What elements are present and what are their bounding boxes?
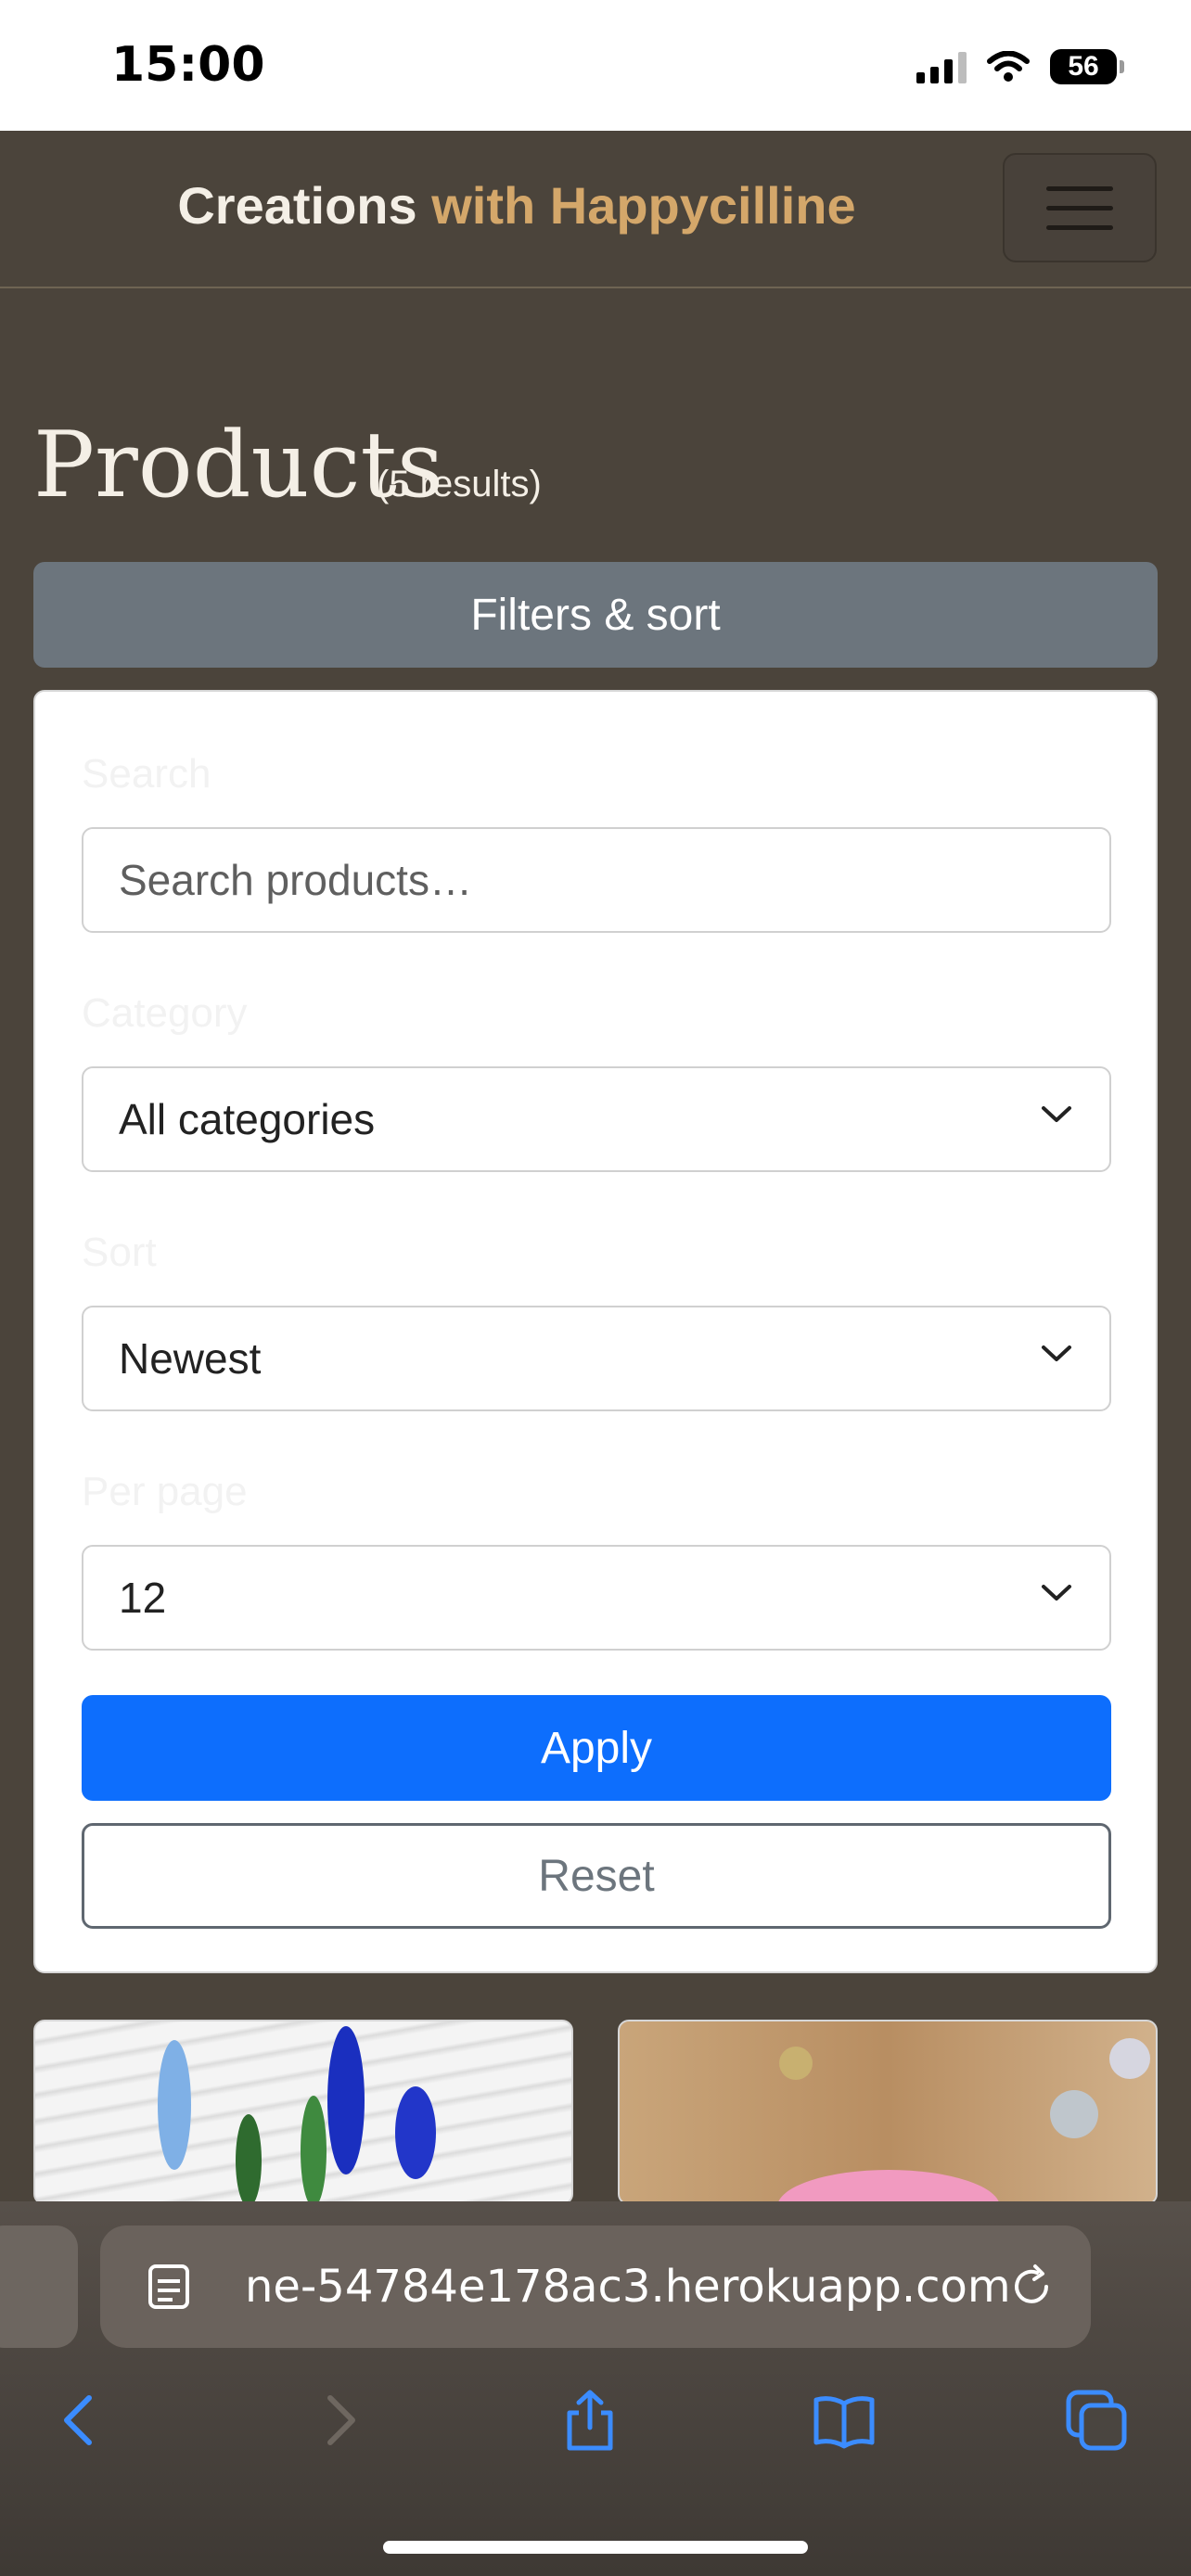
hamburger-icon xyxy=(1046,185,1113,191)
product-image xyxy=(777,2038,1150,2203)
battery-icon: 56 xyxy=(1050,49,1124,84)
share-icon[interactable] xyxy=(557,2387,623,2454)
previous-tab[interactable] xyxy=(0,2225,78,2348)
address-bar[interactable]: ne-54784e178ac3.herokuapp.com xyxy=(100,2225,1091,2348)
navbar: Creations with Happycilline xyxy=(0,131,1191,288)
sort-value: Newest xyxy=(119,1334,262,1383)
url-text: ne-54784e178ac3.herokuapp.com xyxy=(245,2261,1011,2313)
status-time: 15:00 xyxy=(111,37,265,93)
sort-select[interactable]: Newest xyxy=(82,1306,1111,1411)
product-image xyxy=(158,2026,436,2203)
wifi-icon xyxy=(987,51,1030,82)
status-icons: 56 xyxy=(916,48,1124,85)
brand-main: Creations xyxy=(177,176,417,235)
filters-toggle-button[interactable]: Filters & sort xyxy=(33,562,1158,668)
reload-icon[interactable] xyxy=(1009,2263,1057,2311)
product-card[interactable] xyxy=(618,2020,1158,2205)
apply-button[interactable]: Apply xyxy=(82,1695,1111,1801)
category-select[interactable]: All categories xyxy=(82,1066,1111,1172)
brand-link[interactable]: Creations with Happycilline xyxy=(0,175,1033,236)
search-label: Search xyxy=(82,751,211,797)
product-card[interactable] xyxy=(33,2020,573,2205)
tabs-icon[interactable] xyxy=(1063,2387,1130,2454)
search-placeholder: Search products… xyxy=(119,856,472,904)
reset-button[interactable]: Reset xyxy=(82,1823,1111,1929)
reader-icon[interactable] xyxy=(147,2263,191,2311)
category-value: All categories xyxy=(119,1095,376,1143)
per-page-value: 12 xyxy=(119,1574,167,1622)
browser-chrome: ne-54784e178ac3.herokuapp.com xyxy=(0,2201,1191,2576)
home-indicator xyxy=(383,2541,808,2554)
forward-icon[interactable] xyxy=(306,2387,373,2454)
search-input[interactable]: Search products… xyxy=(82,827,1111,933)
battery-level: 56 xyxy=(1068,51,1099,82)
status-bar: 15:00 56 xyxy=(0,0,1191,131)
chevron-down-icon xyxy=(1042,1345,1071,1361)
chevron-down-icon xyxy=(1042,1106,1071,1122)
cellular-signal-icon xyxy=(916,50,967,83)
brand-accent: with Happycilline xyxy=(431,176,856,235)
bookmarks-icon[interactable] xyxy=(811,2387,877,2454)
results-count: (5 results) xyxy=(377,464,542,504)
per-page-label: Per page xyxy=(82,1469,248,1514)
back-icon[interactable] xyxy=(46,2387,113,2454)
menu-toggle-button[interactable] xyxy=(1003,153,1157,262)
chevron-down-icon xyxy=(1042,1585,1071,1600)
per-page-select[interactable]: 12 xyxy=(82,1545,1111,1651)
sort-label: Sort xyxy=(82,1230,157,1275)
category-label: Category xyxy=(82,990,248,1036)
filters-panel: Search Search products… Category All cat… xyxy=(33,690,1158,1973)
